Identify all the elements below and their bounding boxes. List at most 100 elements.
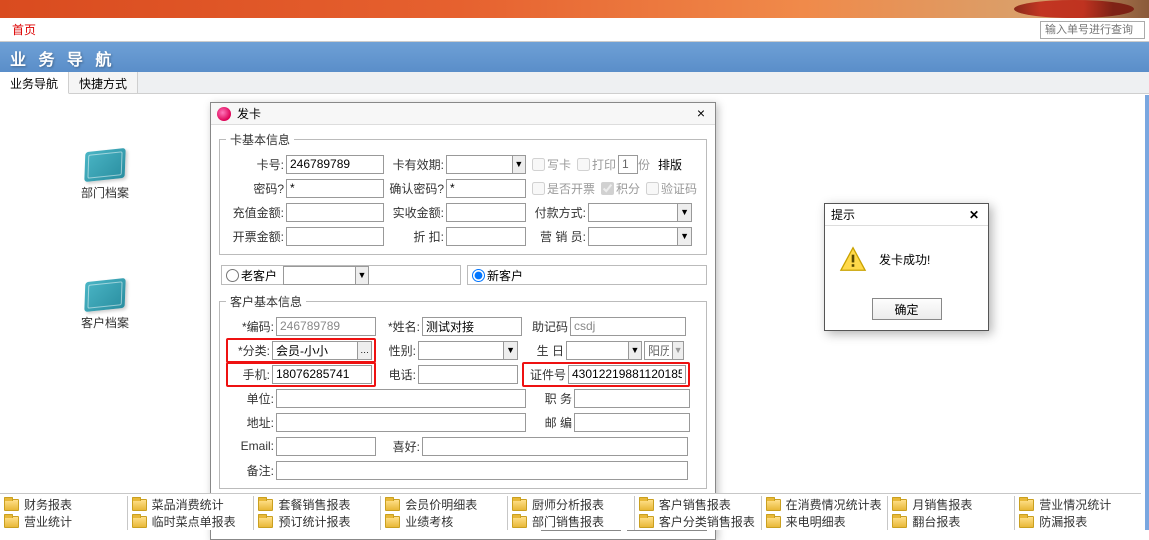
address-input[interactable] xyxy=(276,413,526,432)
folder-item[interactable]: 在消费情况统计表 xyxy=(761,496,888,513)
discount-input[interactable] xyxy=(446,227,526,246)
folder-label: 客户销售报表 xyxy=(659,496,731,513)
id-no-label: 证件号 xyxy=(526,366,566,383)
folder-icon xyxy=(4,516,19,528)
folder-item[interactable]: 防漏报表 xyxy=(1014,513,1141,530)
chevron-down-icon[interactable]: ▼ xyxy=(355,267,368,284)
discount-label: 折 扣: xyxy=(386,228,444,245)
sales-combo[interactable]: ▼ xyxy=(588,227,692,246)
name-input[interactable] xyxy=(422,317,522,336)
mobile-label: 手机: xyxy=(230,366,270,383)
folder-label: 会员价明细表 xyxy=(405,496,477,513)
old-customer-combo[interactable]: ▼ xyxy=(283,266,369,285)
phone-input[interactable] xyxy=(418,365,518,384)
folder-item[interactable]: 客户分类销售报表 xyxy=(634,513,761,530)
desktop-icon-dept-file[interactable]: 部门档案 xyxy=(70,150,140,201)
folder-item[interactable]: 会员价明细表 xyxy=(380,496,507,513)
folder-item[interactable]: 月销售报表 xyxy=(887,496,1014,513)
folder-item[interactable]: 客户销售报表 xyxy=(634,496,761,513)
pay-method-combo[interactable]: ▼ xyxy=(588,203,692,222)
folder-item[interactable]: 预订统计报表 xyxy=(253,513,380,530)
folder-icon xyxy=(892,516,907,528)
message-titlebar[interactable]: 提示 ✕ xyxy=(825,204,988,226)
gender-combo[interactable]: ▼ xyxy=(418,341,518,360)
sales-input[interactable] xyxy=(589,228,677,245)
recharge-amt-input[interactable] xyxy=(286,203,384,222)
vcode-checkbox xyxy=(646,182,659,195)
chevron-down-icon[interactable]: ▼ xyxy=(628,342,641,359)
close-icon[interactable]: × xyxy=(693,106,709,122)
password-label: 密码? xyxy=(226,180,284,197)
zip-input[interactable] xyxy=(574,413,690,432)
folder-icon xyxy=(132,499,147,511)
folder-item[interactable]: 临时菜点单报表 xyxy=(127,513,254,530)
highlight-category: *分类: … xyxy=(226,338,376,363)
folder-label: 临时菜点单报表 xyxy=(152,513,236,530)
pay-method-input[interactable] xyxy=(589,204,677,221)
mnemonic-label: 助记码 xyxy=(524,318,568,335)
chevron-down-icon[interactable]: ▼ xyxy=(677,204,691,221)
folder-item[interactable]: 来电明细表 xyxy=(761,513,888,530)
folder-item[interactable]: 营业情况统计 xyxy=(1014,496,1141,513)
actual-amt-input[interactable] xyxy=(446,203,526,222)
chevron-down-icon[interactable]: ▼ xyxy=(512,156,525,173)
unit-input[interactable] xyxy=(276,389,526,408)
folder-icon xyxy=(512,499,527,511)
birthday-combo[interactable]: ▼ xyxy=(566,341,642,360)
folder-item[interactable]: 财务报表 xyxy=(0,496,127,513)
close-icon[interactable]: ✕ xyxy=(966,208,982,222)
folder-item[interactable]: 翻台报表 xyxy=(887,513,1014,530)
layout-link[interactable]: 排版 xyxy=(658,156,682,173)
old-customer-label: 老客户 xyxy=(241,267,277,284)
folder-item[interactable]: 营业统计 xyxy=(0,513,127,530)
new-customer-radio[interactable] xyxy=(472,269,485,282)
chevron-down-icon[interactable]: ▼ xyxy=(503,342,517,359)
print-copies-input xyxy=(618,155,638,174)
folder-item[interactable]: 厨师分析报表 xyxy=(507,496,634,513)
card-no-input[interactable] xyxy=(286,155,384,174)
folder-icon xyxy=(1019,499,1034,511)
desktop-icon-cust-file[interactable]: 客户档案 xyxy=(70,280,140,331)
unit-label: 单位: xyxy=(226,390,274,407)
ellipsis-icon[interactable]: … xyxy=(357,342,371,359)
card-info-group: 卡基本信息 卡号: 卡有效期: ▼ 写卡 打印 份 xyxy=(219,131,707,255)
email-label: Email: xyxy=(226,439,274,453)
search-input[interactable] xyxy=(1040,21,1145,39)
password-input[interactable] xyxy=(286,179,384,198)
category-combo[interactable]: … xyxy=(272,341,372,360)
gender-input[interactable] xyxy=(419,342,503,359)
folder-item[interactable]: 业绩考核 xyxy=(380,513,507,530)
invoice-amt-input[interactable] xyxy=(286,227,384,246)
category-label: *分类: xyxy=(230,342,270,359)
expiry-input[interactable] xyxy=(447,156,512,173)
mobile-input[interactable] xyxy=(272,365,372,384)
id-no-input[interactable] xyxy=(568,365,686,384)
tab-shortcuts[interactable]: 快捷方式 xyxy=(69,72,138,93)
old-customer-input[interactable] xyxy=(284,267,353,284)
category-input[interactable] xyxy=(273,342,357,359)
tab-biz-nav[interactable]: 业务导航 xyxy=(0,72,69,94)
new-customer-option[interactable]: 新客户 xyxy=(467,265,707,285)
confirm-pwd-input[interactable] xyxy=(446,179,526,198)
home-tab[interactable]: 首页 xyxy=(4,19,44,40)
folder-item[interactable]: 套餐销售报表 xyxy=(253,496,380,513)
dialog-issue-card: 发卡 × 卡基本信息 卡号: 卡有效期: ▼ 写卡 打印 xyxy=(210,102,716,540)
position-input[interactable] xyxy=(574,389,690,408)
birthday-input[interactable] xyxy=(567,342,628,359)
chevron-down-icon[interactable]: ▼ xyxy=(677,228,691,245)
desktop-icon-label: 部门档案 xyxy=(70,184,140,201)
remark-input[interactable] xyxy=(276,461,688,480)
old-customer-option[interactable]: 老客户 ▼ xyxy=(221,265,461,285)
folder-label: 厨师分析报表 xyxy=(532,496,604,513)
folder-label: 营业统计 xyxy=(24,513,72,530)
folder-item[interactable]: 部门销售报表 xyxy=(507,513,634,530)
old-customer-radio[interactable] xyxy=(226,269,239,282)
email-input[interactable] xyxy=(276,437,376,456)
vcode-label: 验证码 xyxy=(661,180,697,197)
hobby-input[interactable] xyxy=(422,437,688,456)
dialog-titlebar[interactable]: 发卡 × xyxy=(211,103,715,125)
folder-icon xyxy=(258,516,273,528)
folder-item[interactable]: 菜品消费统计 xyxy=(127,496,254,513)
message-ok-button[interactable]: 确定 xyxy=(872,298,942,320)
expiry-combo[interactable]: ▼ xyxy=(446,155,526,174)
